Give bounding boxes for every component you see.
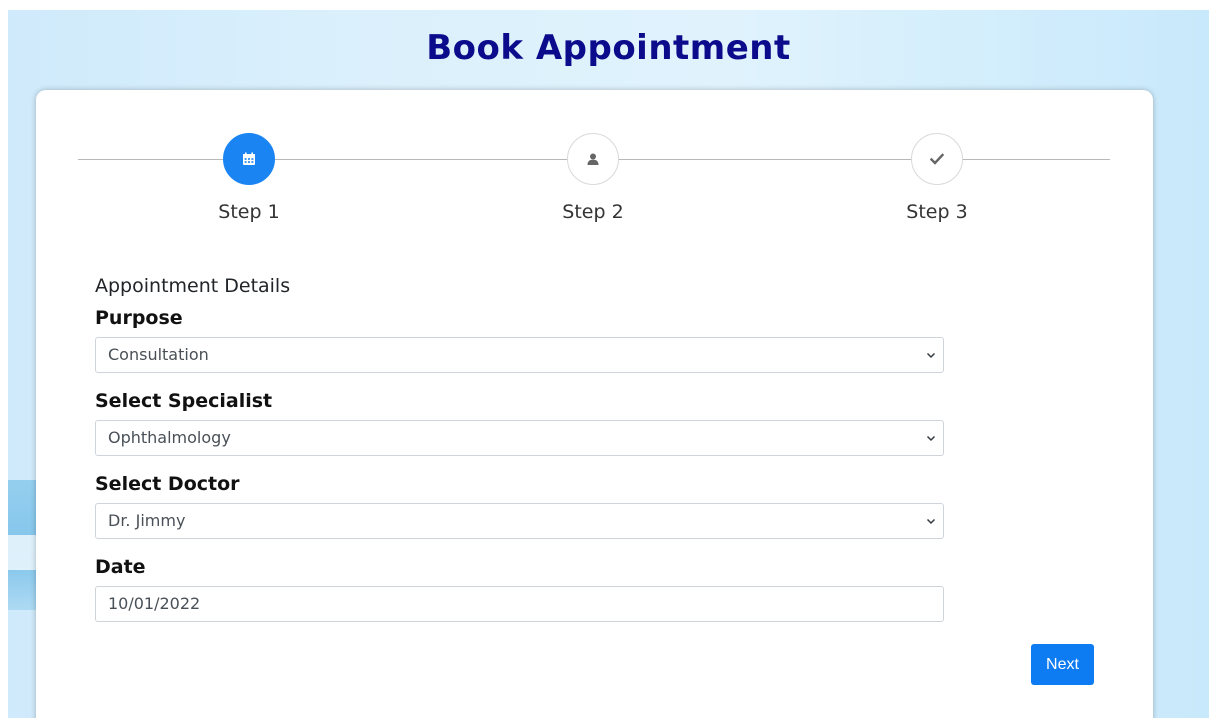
step-3-label: Step 3 xyxy=(906,201,968,223)
chevron-down-icon xyxy=(926,435,936,442)
calendar-icon xyxy=(243,152,255,165)
date-input[interactable]: 10/01/2022 xyxy=(95,586,944,622)
doctor-value: Dr. Jimmy xyxy=(108,511,186,530)
stepper: Step 1 Step 2 Step 3 xyxy=(78,133,1110,233)
step-1-label: Step 1 xyxy=(218,201,280,223)
purpose-select[interactable]: Consultation xyxy=(95,337,944,373)
appointment-form: Appointment Details Purpose Consultation… xyxy=(95,273,945,637)
specialist-label: Select Specialist xyxy=(95,390,273,412)
step-1-circle[interactable] xyxy=(223,133,275,185)
chevron-down-icon xyxy=(926,352,936,359)
doctor-select[interactable]: Dr. Jimmy xyxy=(95,503,944,539)
background-decoration-stripe xyxy=(8,535,38,570)
step-2-circle[interactable] xyxy=(567,133,619,185)
step-1[interactable]: Step 1 xyxy=(189,133,309,223)
section-title: Appointment Details xyxy=(95,275,291,297)
specialist-select[interactable]: Ophthalmology xyxy=(95,420,944,456)
date-value: 10/01/2022 xyxy=(108,594,201,613)
step-3[interactable]: Step 3 xyxy=(877,133,997,223)
specialist-value: Ophthalmology xyxy=(108,428,231,447)
step-2[interactable]: Step 2 xyxy=(533,133,653,223)
step-3-circle[interactable] xyxy=(911,133,963,185)
step-2-label: Step 2 xyxy=(562,201,624,223)
next-button[interactable]: Next xyxy=(1031,644,1094,685)
purpose-value: Consultation xyxy=(108,345,209,364)
chevron-down-icon xyxy=(926,518,936,525)
date-label: Date xyxy=(95,556,146,578)
purpose-label: Purpose xyxy=(95,307,183,329)
check-icon xyxy=(930,153,944,165)
appointment-card: Step 1 Step 2 Step 3 Appointment Details… xyxy=(36,90,1153,718)
page-title: Book Appointment xyxy=(426,28,791,68)
doctor-label: Select Doctor xyxy=(95,473,240,495)
user-icon xyxy=(587,153,599,165)
